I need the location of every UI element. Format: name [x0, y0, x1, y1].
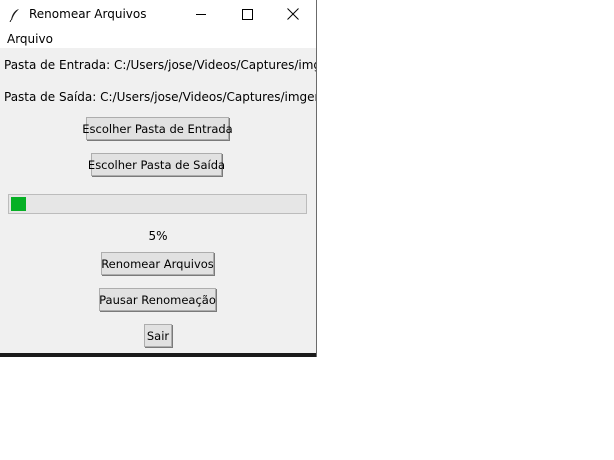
title-bar[interactable]: Renomear Arquivos — [0, 0, 316, 29]
menu-arquivo[interactable]: Arquivo — [7, 32, 53, 46]
feather-icon — [9, 7, 21, 23]
close-icon — [287, 5, 299, 24]
pause-rename-button[interactable]: Pausar Renomeação — [99, 288, 216, 311]
window-title: Renomear Arquivos — [29, 7, 147, 21]
choose-input-folder-button[interactable]: Escolher Pasta de Entrada — [82, 117, 233, 140]
minimize-icon — [195, 5, 207, 24]
exit-button[interactable]: Sair — [144, 324, 172, 347]
input-folder-label: Pasta de Entrada: C:/Users/jose/Videos/C… — [4, 58, 316, 72]
rename-files-button[interactable]: Renomear Arquivos — [101, 252, 214, 275]
close-button[interactable] — [270, 0, 316, 29]
progress-fill — [11, 197, 26, 211]
menu-bar: Arquivo — [0, 29, 316, 48]
window-bottom-edge — [0, 353, 316, 357]
progress-bar — [8, 194, 307, 214]
maximize-icon — [241, 5, 253, 24]
choose-output-folder-button[interactable]: Escolher Pasta de Saída — [88, 153, 225, 176]
maximize-button[interactable] — [224, 0, 270, 29]
minimize-button[interactable] — [178, 0, 224, 29]
progress-percent: 5% — [148, 229, 168, 243]
app-window: Renomear Arquivos Arquivo Pasta de Entra… — [0, 0, 317, 357]
output-folder-label: Pasta de Saída: C:/Users/jose/Videos/Cap… — [4, 90, 317, 104]
